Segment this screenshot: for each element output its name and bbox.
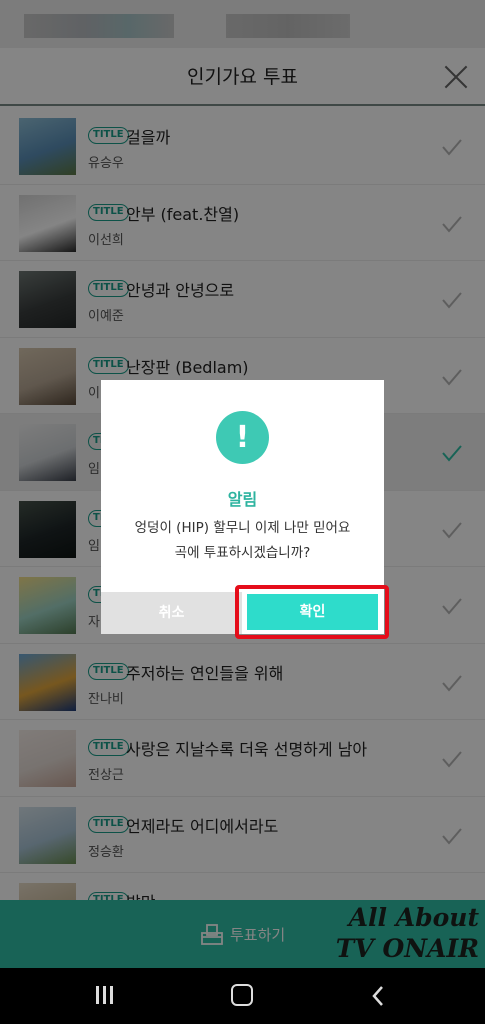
dialog-message: 엉덩이 (HIP) 할무니 이제 나만 믿어요 곡에 투표하시겠습니까?	[111, 516, 374, 566]
back-icon[interactable]	[370, 985, 388, 1007]
dialog-message-line2: 곡에 투표하시겠습니까?	[174, 545, 311, 561]
dialog-message-line1: 엉덩이 (HIP) 할무니 이제 나만 믿어요	[134, 520, 351, 536]
dialog-title: 알림	[227, 490, 258, 509]
exclamation-icon: !	[216, 411, 269, 464]
recent-apps-icon[interactable]	[96, 986, 116, 1006]
home-icon[interactable]	[231, 984, 253, 1006]
confirm-highlight-box	[235, 585, 389, 639]
cancel-button[interactable]: 취소	[101, 592, 242, 634]
system-nav-bar	[0, 968, 485, 1024]
